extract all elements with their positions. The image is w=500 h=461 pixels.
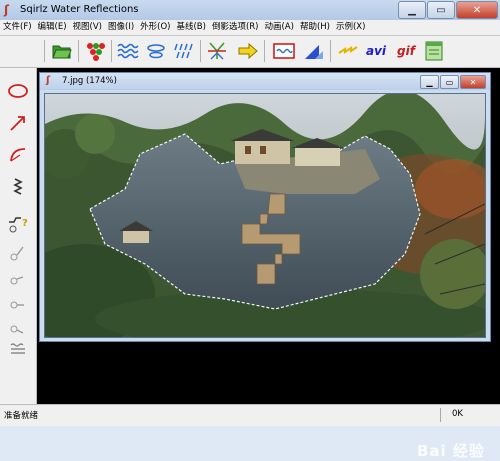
svg-text:?: ?	[22, 218, 28, 229]
left-toolbar: ?	[0, 68, 37, 404]
image-canvas[interactable]	[44, 93, 486, 338]
main-toolbar: avi gif	[0, 36, 500, 68]
menu-file[interactable]: 文件(F)	[0, 20, 35, 35]
shape-tool-icon-2[interactable]	[6, 266, 30, 288]
menu-animation[interactable]: 动画(A)	[261, 20, 296, 35]
triangle-shape-icon[interactable]	[302, 39, 326, 63]
ripples-icon[interactable]	[144, 39, 168, 63]
document-restore-button[interactable]: ▭	[440, 75, 459, 89]
shape-tool-icon-1[interactable]	[6, 242, 30, 264]
avi-label: avi	[365, 44, 387, 58]
save-gif-button[interactable]: gif	[392, 39, 420, 63]
baidu-watermark: Bai 经验	[417, 442, 485, 460]
status-divider	[440, 408, 441, 422]
shape-tool-icon-4[interactable]	[6, 314, 30, 336]
save-avi-button[interactable]: avi	[362, 39, 390, 63]
line-arrow-tool-icon[interactable]	[6, 112, 30, 134]
document-title: 7.jpg (174%)	[62, 76, 117, 86]
curve-tool-icon[interactable]	[6, 144, 30, 166]
arrow-right-icon[interactable]	[236, 39, 260, 63]
document-title-bar[interactable]: ʃ 7.jpg (174%) ▁ ▭ ✕	[40, 73, 490, 90]
menu-view[interactable]: 视图(V)	[70, 20, 105, 35]
lightning-icon[interactable]	[336, 39, 360, 63]
shape-tool-icon-3[interactable]	[6, 290, 30, 312]
toolbar-separator	[264, 40, 265, 62]
status-text: 准备就绪	[4, 411, 39, 421]
toolbar-separator	[111, 40, 112, 62]
open-folder-icon[interactable]	[50, 39, 74, 63]
menu-shape[interactable]: 外形(O)	[137, 20, 173, 35]
green-window-icon[interactable]	[422, 39, 446, 63]
reflection-split-icon[interactable]	[205, 39, 229, 63]
app-icon: ʃ	[4, 3, 9, 17]
menu-bar: 文件(F) 编辑(E) 视图(V) 图像(I) 外形(O) 基线(B) 倒影选项…	[0, 20, 500, 36]
toolbar-separator	[330, 40, 331, 62]
document-close-button[interactable]: ✕	[460, 75, 486, 89]
menu-reflection-options[interactable]: 倒影选项(R)	[209, 20, 262, 35]
toolbar-separator	[200, 40, 201, 62]
zigzag-tool-icon[interactable]	[6, 176, 30, 198]
baseline-help-icon[interactable]: ?	[6, 214, 30, 236]
document-window-controls: ▁ ▭ ✕	[419, 75, 486, 89]
menu-edit[interactable]: 编辑(E)	[35, 20, 70, 35]
window-controls: ▁ ▭ ✕	[397, 1, 498, 19]
menu-baseline[interactable]: 基线(B)	[173, 20, 208, 35]
menu-image[interactable]: 图像(I)	[105, 20, 137, 35]
wave-line-tool-icon[interactable]	[6, 338, 30, 360]
waves-icon[interactable]	[116, 39, 140, 63]
garden-lake-photo	[45, 94, 485, 337]
menu-help[interactable]: 帮助(H)	[297, 20, 333, 35]
ellipse-tool-icon[interactable]	[6, 80, 30, 102]
toolbar-separator	[78, 40, 79, 62]
window-title: Sqirlz Water Reflections	[20, 4, 139, 15]
water-preview-icon[interactable]	[272, 39, 296, 63]
gif-label: gif	[397, 44, 415, 58]
status-indicator: 0K	[452, 409, 463, 419]
document-minimize-button[interactable]: ▁	[420, 75, 439, 89]
workspace-area: ʃ 7.jpg (174%) ▁ ▭ ✕ Bai 经验	[37, 68, 500, 460]
toolbar-separator	[44, 40, 45, 62]
document-icon: ʃ	[46, 75, 51, 86]
minimize-button[interactable]: ▁	[398, 1, 426, 19]
status-bar: 准备就绪 0K	[0, 404, 500, 426]
document-window[interactable]: ʃ 7.jpg (174%) ▁ ▭ ✕	[39, 72, 491, 342]
color-dots-icon[interactable]	[84, 39, 108, 63]
rain-icon[interactable]	[172, 39, 196, 63]
close-button[interactable]: ✕	[456, 1, 498, 19]
maximize-button[interactable]: ▭	[427, 1, 455, 19]
menu-examples[interactable]: 示例(X)	[333, 20, 368, 35]
title-bar[interactable]: ʃ Sqirlz Water Reflections ▁ ▭ ✕	[0, 0, 500, 21]
